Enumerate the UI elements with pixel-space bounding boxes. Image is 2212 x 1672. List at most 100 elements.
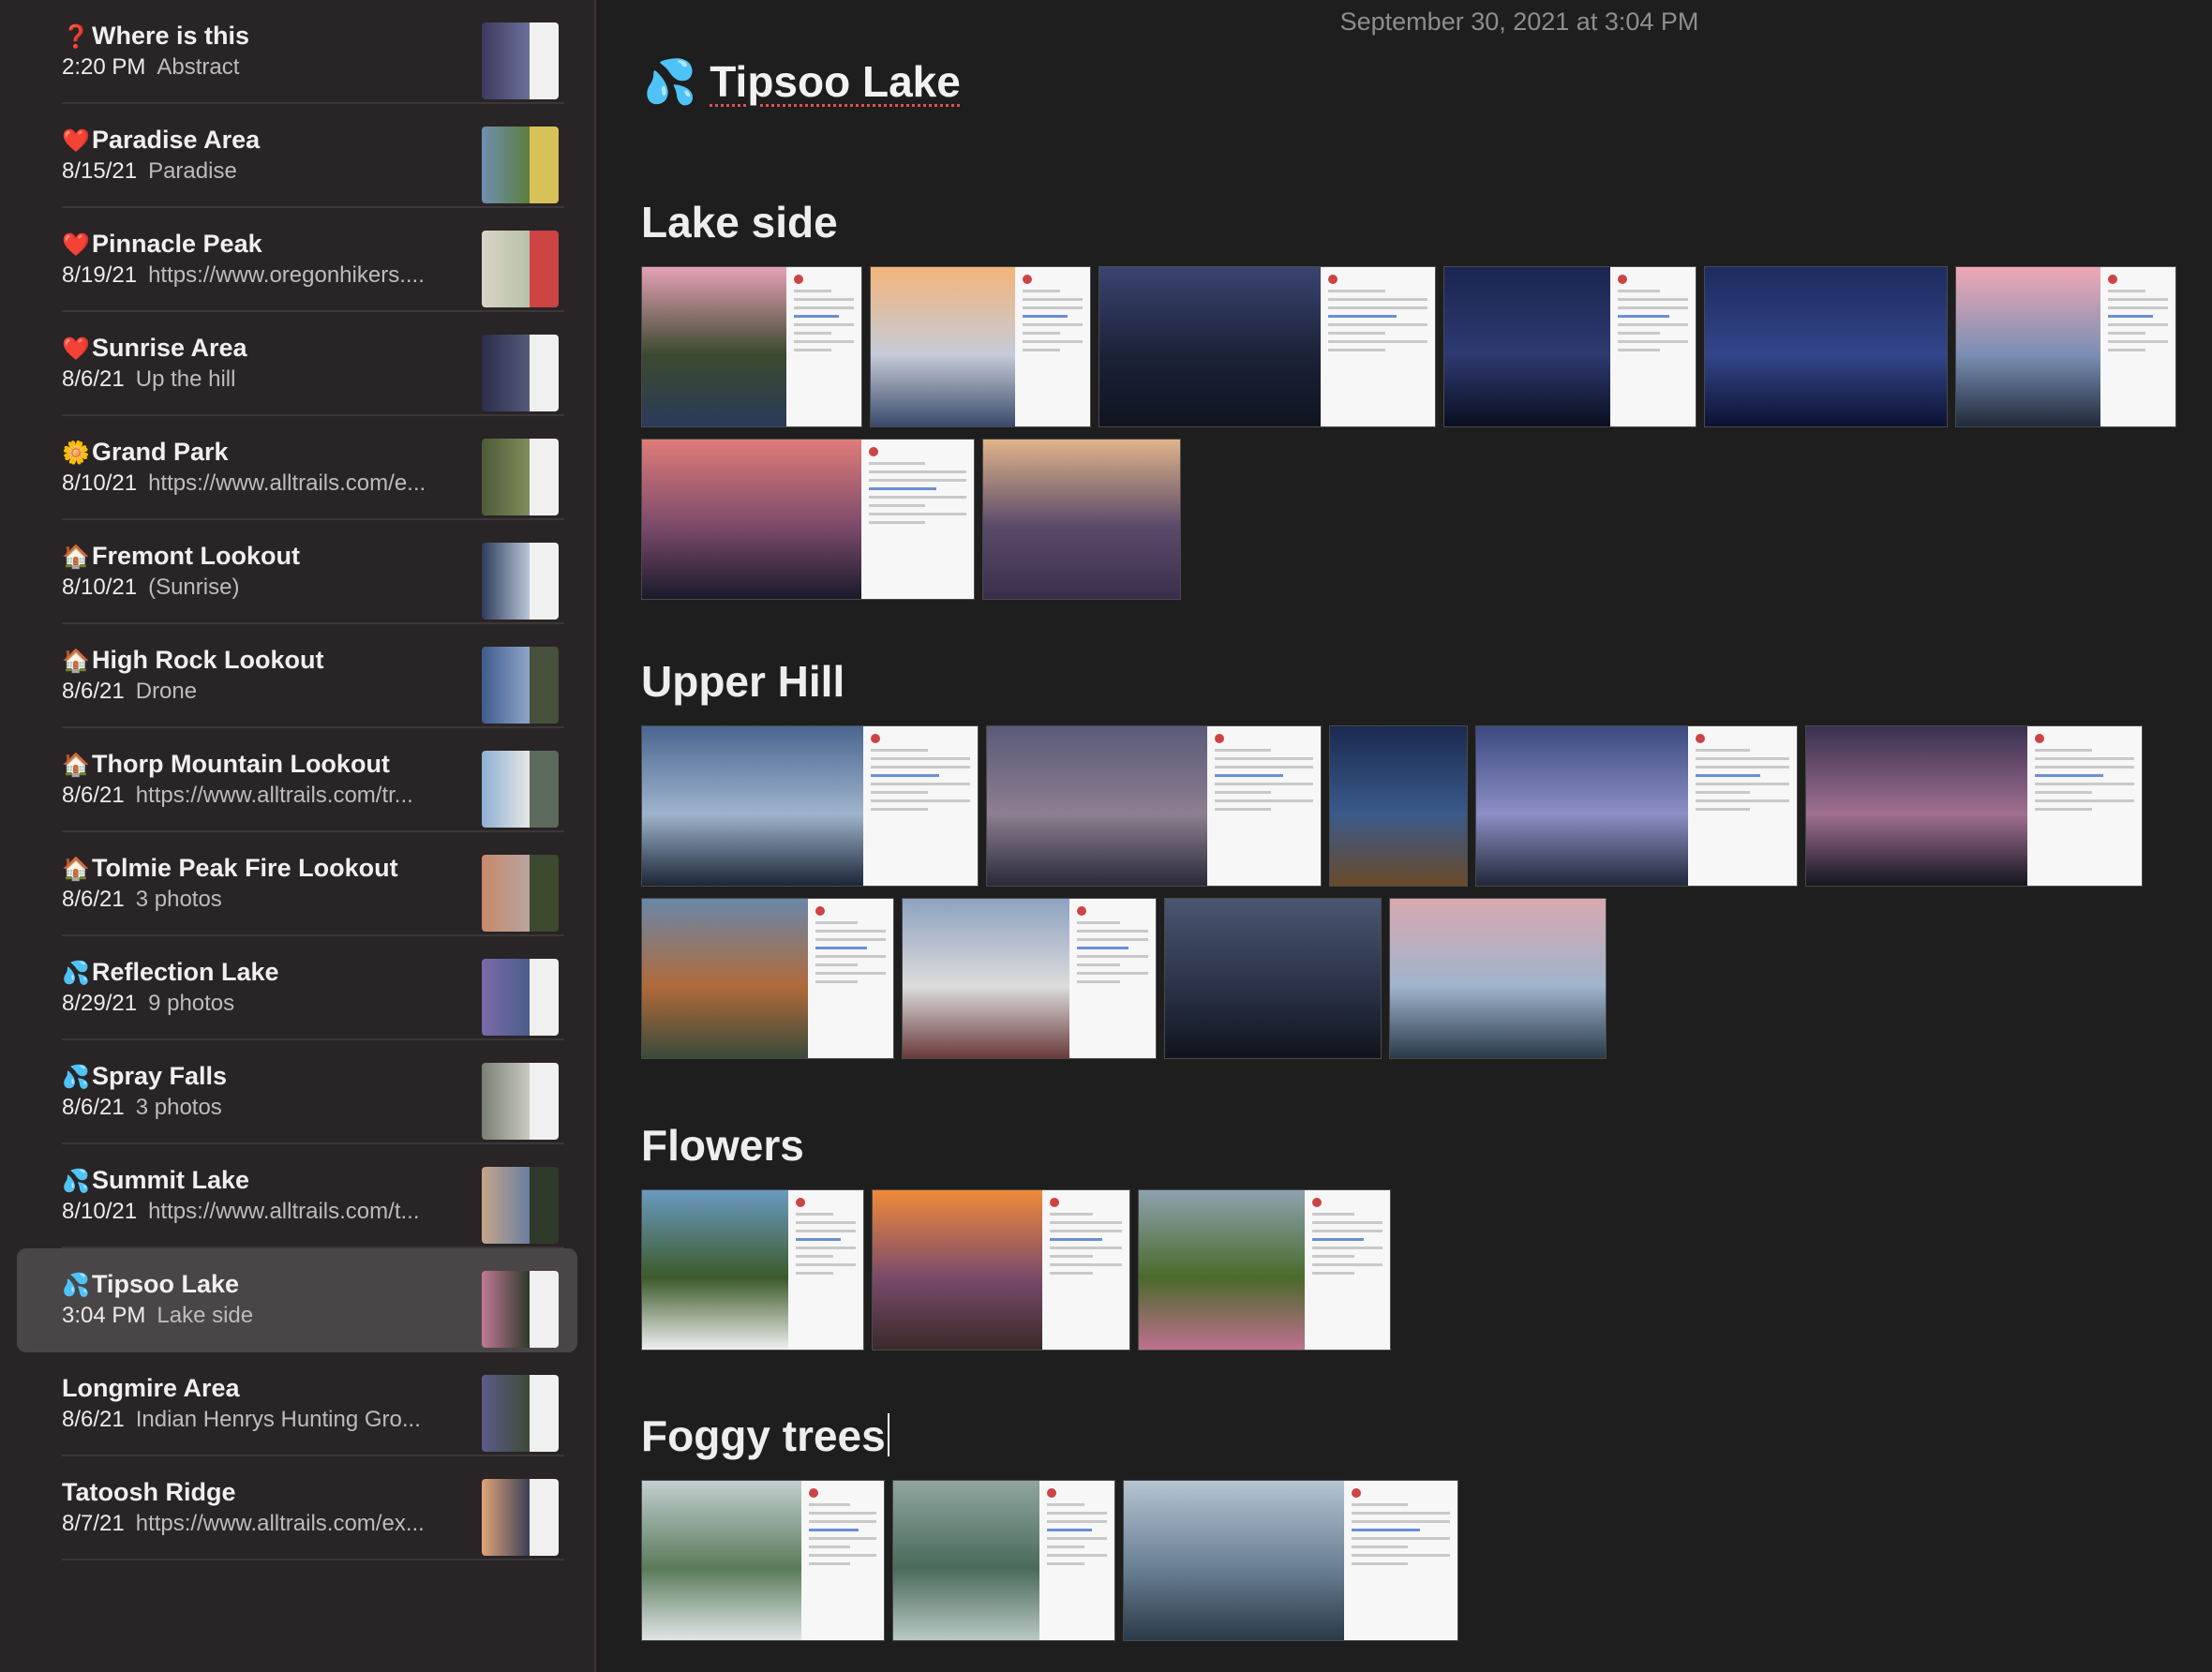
image-attachment[interactable] [1955, 266, 2176, 427]
note-item-meta: 8/7/21 https://www.alltrails.com/ex... [62, 1510, 474, 1538]
photo-preview [642, 1481, 802, 1640]
note-list-item[interactable]: 🌼Grand Park 8/10/21 https://www.alltrails.… [62, 416, 564, 520]
image-attachment[interactable] [872, 1189, 1130, 1351]
image-attachment[interactable] [1164, 898, 1382, 1059]
note-list-item[interactable]: 💦Reflection Lake 8/29/21 9 photos [62, 936, 564, 1040]
note-item-meta: 8/6/21 3 photos [62, 886, 474, 914]
section-heading[interactable]: Flowers [641, 1120, 804, 1171]
note-item-title-text: Tipsoo Lake [92, 1270, 240, 1298]
post-caption-panel [2100, 267, 2175, 426]
post-caption-panel [1069, 899, 1156, 1058]
post-caption-panel [1304, 1190, 1390, 1350]
note-list-item[interactable]: ❓Where is this 2:20 PM Abstract [62, 0, 564, 104]
note-list-item[interactable]: 💦Tipsoo Lake 3:04 PM Lake side [17, 1248, 577, 1352]
note-item-title: ❤️Sunrise Area [62, 333, 474, 364]
note-list-item[interactable]: 🏠Thorp Mountain Lookout 8/6/21 https://www… [62, 728, 564, 832]
note-list-item[interactable]: Tatoosh Ridge 8/7/21 https://www.alltrails… [62, 1456, 564, 1560]
post-caption-panel [1206, 726, 1321, 886]
note-list-item[interactable]: 💦Summit Lake 8/10/21 https://www.alltrails… [62, 1144, 564, 1248]
photo-preview [642, 726, 864, 886]
avatar [1049, 1198, 1059, 1207]
image-attachment[interactable] [1475, 725, 1798, 887]
note-item-emoji-icon: 🏠 [62, 753, 90, 778]
avatar [1077, 906, 1087, 916]
note-item-meta: 8/15/21 Paradise [62, 157, 474, 186]
post-caption-panel [1687, 726, 1797, 886]
text-cursor [887, 1413, 889, 1456]
note-item-date: 8/6/21 [62, 783, 125, 808]
notes-sidebar: ❓Where is this 2:20 PM Abstract ❤️Paradise … [0, 0, 596, 1672]
note-item-preview: 9 photos [148, 991, 235, 1016]
image-attachment[interactable] [1389, 898, 1607, 1059]
note-item-title: ❤️Pinnacle Peak [62, 229, 474, 260]
photo-preview [873, 1190, 1042, 1350]
avatar [1311, 1198, 1322, 1207]
image-attachment[interactable] [1123, 1480, 1458, 1641]
note-list-item[interactable]: 💦Spray Falls 8/6/21 3 photos [62, 1040, 564, 1144]
photo-preview [642, 267, 787, 426]
post-caption-panel [1015, 267, 1090, 426]
note-list-item[interactable]: ❤️Paradise Area 8/15/21 Paradise [62, 104, 564, 208]
image-attachment[interactable] [641, 725, 979, 887]
image-attachment[interactable] [1704, 266, 1948, 427]
image-attachment[interactable] [986, 725, 1322, 887]
photo-preview [1165, 899, 1381, 1058]
note-item-title: 🏠High Rock Lookout [62, 645, 474, 676]
image-attachment[interactable] [870, 266, 1091, 427]
note-item-title-text: Tatoosh Ridge [62, 1478, 236, 1506]
note-item-emoji-icon: 💦 [62, 961, 90, 986]
image-attachment[interactable] [1443, 266, 1696, 427]
note-list-item[interactable]: 🏠High Rock Lookout 8/6/21 Drone [62, 624, 564, 728]
photo-preview [987, 726, 1207, 886]
image-attachment[interactable] [892, 1480, 1115, 1641]
note-item-preview: Abstract [157, 54, 240, 80]
note-item-title-text: Where is this [92, 22, 250, 50]
note-heading[interactable]: 💦 Tipsoo Lake [643, 56, 961, 108]
note-list-item[interactable]: 🏠Tolmie Peak Fire Lookout 8/6/21 3 photos [62, 832, 564, 936]
image-attachment[interactable] [902, 898, 1157, 1059]
droplets-emoji-icon: 💦 [643, 57, 697, 106]
note-item-date: 2:20 PM [62, 54, 146, 80]
note-item-meta: 8/19/21 https://www.oregonhikers.... [62, 261, 474, 290]
note-item-title: 💦Spray Falls [62, 1061, 474, 1092]
note-item-preview: Up the hill [135, 366, 236, 392]
image-attachment[interactable] [982, 439, 1181, 600]
note-item-title-text: Grand Park [92, 438, 229, 466]
photo-preview [1390, 899, 1606, 1058]
note-list-item[interactable]: Longmire Area 8/6/21 Indian Henrys Hunting… [62, 1352, 564, 1456]
image-attachment[interactable] [641, 1189, 864, 1351]
note-item-meta: 2:20 PM Abstract [62, 53, 474, 82]
note-item-preview: 3 photos [135, 887, 222, 912]
avatar [1214, 734, 1224, 743]
note-item-thumbnail [482, 127, 559, 203]
note-item-meta: 8/6/21 Drone [62, 678, 474, 706]
image-attachment[interactable] [641, 1480, 885, 1641]
image-attachment[interactable] [1099, 266, 1436, 427]
image-attachment[interactable] [1329, 725, 1468, 887]
note-list-item[interactable]: 🏠Fremont Lookout 8/10/21 (Sunrise) [62, 520, 564, 624]
section-heading-text: Foggy trees [641, 1411, 886, 1460]
section-heading[interactable]: Foggy trees [641, 1411, 889, 1461]
note-item-title-text: Tolmie Peak Fire Lookout [92, 854, 398, 882]
image-attachment[interactable] [1138, 1189, 1391, 1351]
note-list-item[interactable]: ❤️Sunrise Area 8/6/21 Up the hill [62, 312, 564, 416]
note-list-item[interactable]: ❤️Pinnacle Peak 8/19/21 https://www.oregon… [62, 208, 564, 312]
image-attachment[interactable] [1805, 725, 2143, 887]
photo-preview [642, 1190, 788, 1350]
note-item-thumbnail [482, 439, 559, 515]
note-item-date: 8/6/21 [62, 1407, 125, 1432]
image-attachment[interactable] [641, 439, 975, 600]
image-attachment[interactable] [641, 266, 862, 427]
note-item-thumbnail [482, 751, 559, 828]
post-caption-panel [1321, 267, 1435, 426]
post-caption-panel [786, 267, 861, 426]
note-heading-text[interactable]: Tipsoo Lake [710, 57, 961, 106]
note-item-title: 🏠Fremont Lookout [62, 541, 474, 572]
section-heading[interactable]: Lake side [641, 197, 838, 247]
note-item-title: Longmire Area [62, 1373, 474, 1404]
image-attachment[interactable] [641, 898, 894, 1059]
note-item-emoji-icon: 🏠 [62, 857, 90, 882]
note-item-title-text: Summit Lake [92, 1166, 250, 1194]
section-heading[interactable]: Upper Hill [641, 656, 844, 707]
note-editor[interactable]: September 30, 2021 at 3:04 PM 💦 Tipsoo La… [596, 0, 2212, 1672]
